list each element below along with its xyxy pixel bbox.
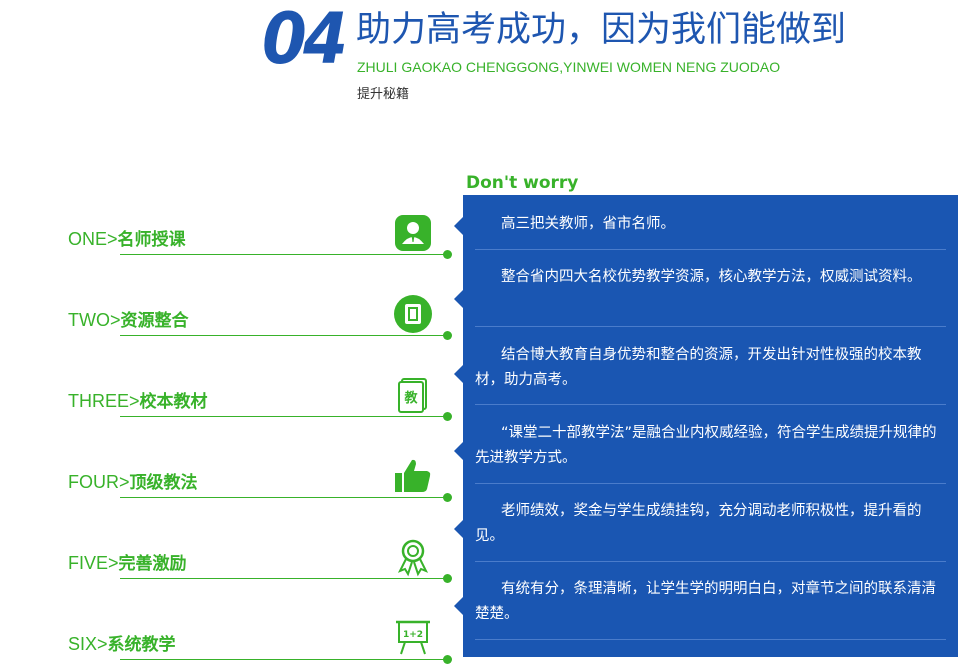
feature-label: FIVE>完善激励 [68,552,187,575]
feature-number: ONE> [68,229,118,249]
feature-label: THREE>校本教材 [68,390,208,413]
textbook-icon-label: 教 [403,390,418,406]
section-number: 04 [262,0,348,80]
feature-name: 名师授课 [117,230,186,250]
bullet-dot [443,574,452,583]
page-title-pinyin: ZHULI GAOKAO CHENGGONG,YINWEI WOMEN NENG… [357,59,781,75]
panel-pointer [454,217,463,235]
panel-text-three: 结合博大教育自身优势和整合的资源，开发出针对性极强的校本教材，助力高考。 [475,347,922,388]
feature-item-six[interactable]: SIX>系统教学 1+2 [0,620,460,664]
panel-divider [475,561,946,562]
thumbs-up-icon [395,459,431,492]
award-ribbon-icon [397,539,429,577]
panel-divider [475,249,946,250]
divider [120,659,446,660]
bullet-dot [443,331,452,340]
panel-pointer [454,290,463,308]
panel-text-two: 整合省内四大名校优势教学资源，核心教学方法，权威测试资料。 [501,269,922,285]
divider [120,335,446,336]
bullet-dot [443,250,452,259]
feature-name: 校本教材 [139,392,208,412]
feature-name: 顶级教法 [129,473,198,493]
panel-text-six: 有统有分，条理清晰，让学生学的明明白白，对章节之间的联系清清楚楚。 [475,581,936,622]
feature-label: SIX>系统教学 [68,633,176,656]
panel-divider [475,326,946,327]
blackboard-icon-label: 1+2 [403,630,423,640]
bullet-dot [443,493,452,502]
panel-divider [475,404,946,405]
feature-name: 完善激励 [118,554,187,574]
panel-pointer [454,520,463,538]
description-panel: 高三把关教师，省市名师。 整合省内四大名校优势教学资源，核心教学方法，权威测试资… [454,195,958,657]
divider [120,578,446,579]
book-icon [394,295,432,333]
divider [120,497,446,498]
feature-number: FIVE> [68,553,119,573]
panel-text-one: 高三把关教师，省市名师。 [501,216,675,232]
feature-number: THREE> [68,391,140,411]
bullet-dot [443,655,452,664]
page-subtitle: 提升秘籍 [357,87,410,102]
panel-pointer [454,597,463,615]
feature-item-three[interactable]: THREE>校本教材 教 [0,378,460,421]
feature-label: FOUR>顶级教法 [68,471,198,494]
panel-divider [475,483,946,484]
feature-item-five[interactable]: FIVE>完善激励 [0,539,460,583]
feature-label: ONE>名师授课 [68,228,186,251]
feature-number: SIX> [68,634,108,654]
tagline: Don't worry [466,173,579,193]
textbook-icon: 教 [398,378,427,413]
blackboard-icon: 1+2 [396,620,430,655]
teacher-icon [395,215,431,251]
panel-pointer [454,442,463,460]
feature-item-one[interactable]: ONE>名师授课 [0,215,460,259]
page-title: 助力高考成功，因为我们能做到 [356,10,847,50]
bullet-dot [443,412,452,421]
panel-pointer [454,365,463,383]
panel-text-four: “课堂二十部教学法”是融合业内权威经验，符合学生成绩提升规律的先进教学方式。 [475,425,937,466]
feature-item-four[interactable]: FOUR>顶级教法 [0,459,460,502]
feature-number: TWO> [68,310,121,330]
feature-number: FOUR> [68,472,130,492]
feature-label: TWO>资源整合 [68,309,189,332]
divider [120,416,446,417]
feature-item-two[interactable]: TWO>资源整合 [0,295,460,340]
panel-divider [475,639,946,640]
feature-name: 资源整合 [120,311,189,331]
divider [120,254,446,255]
panel-text-five: 老师绩效，奖金与学生成绩挂钩，充分调动老师积极性，提升看的见。 [475,503,922,544]
feature-name: 系统教学 [107,635,176,655]
